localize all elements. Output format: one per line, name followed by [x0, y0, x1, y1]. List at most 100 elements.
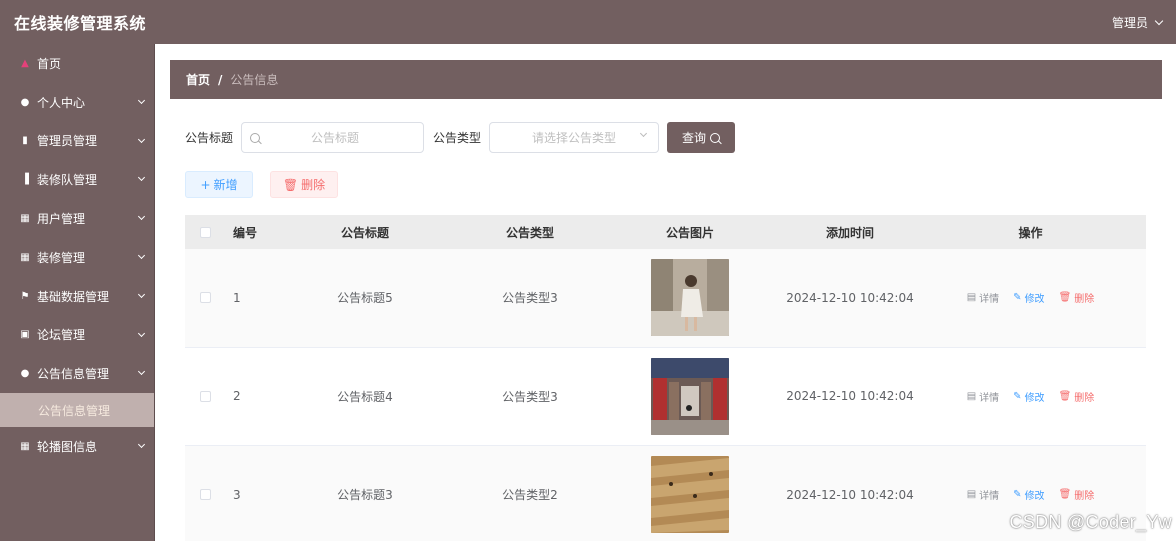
chevron-down-icon	[137, 174, 146, 182]
sidebar-item-label: 管理员管理	[37, 134, 98, 149]
document-icon: ▤	[966, 489, 977, 501]
row-image-cell	[595, 446, 785, 541]
user-icon: ●	[20, 96, 30, 108]
breadcrumb-home[interactable]: 首页	[186, 71, 210, 88]
sidebar-item-profile[interactable]: ● 个人中心	[0, 83, 154, 122]
delete-button[interactable]: 🗑 删除	[1059, 389, 1095, 404]
row-checkbox[interactable]	[199, 489, 211, 501]
document-icon: ▤	[966, 390, 977, 402]
library-icon: ▐	[21, 174, 29, 186]
sidebar-item-label: 轮播图信息	[37, 440, 98, 455]
app-title: 在线装修管理系统	[14, 14, 147, 33]
chevron-down-icon	[137, 290, 146, 298]
sidebar-item-label: 首页	[37, 56, 62, 71]
add-button[interactable]: + 新增	[185, 171, 253, 198]
query-button[interactable]: 查询	[667, 122, 736, 153]
chevron-down-icon	[137, 96, 146, 104]
notice-image[interactable]	[651, 259, 729, 337]
sidebar-item-label: 基础数据管理	[37, 289, 110, 304]
table-header: 编号 公告标题 公告类型 公告图片 添加时间 操作	[185, 215, 1146, 249]
chevron-down-icon	[137, 251, 146, 260]
row-title: 公告标题3	[337, 488, 393, 503]
add-button-label: 新增	[213, 178, 238, 192]
notice-image[interactable]	[651, 456, 729, 534]
sidebar-item-label: 个人中心	[37, 95, 86, 110]
breadcrumb-separator: /	[218, 72, 223, 87]
detail-button[interactable]: ▤ 详情	[967, 389, 999, 404]
row-time: 2024-12-10 10:42:04	[786, 290, 914, 305]
pencil-icon: ✎	[1013, 489, 1022, 501]
grid-icon: ▦	[20, 251, 30, 263]
sidebar-item-forum[interactable]: ▣ 论坛管理	[0, 316, 154, 355]
table-row: 1 公告标题5 公告类型3 2024-12-10 10:42:04 ▤ 详情 ✎ 修…	[185, 249, 1146, 348]
notice-image[interactable]	[651, 357, 729, 435]
user-menu[interactable]: 管理员	[1111, 14, 1164, 31]
row-type: 公告类型2	[502, 488, 558, 503]
delete-button[interactable]: 🗑 删除	[1059, 487, 1095, 502]
edit-button[interactable]: ✎ 修改	[1013, 389, 1044, 404]
detail-button[interactable]: ▤ 详情	[967, 290, 999, 305]
edit-button[interactable]: ✎ 修改	[1013, 487, 1044, 502]
sidebar-item-notice[interactable]: ● 公告信息管理	[0, 354, 154, 393]
sidebar-item-label: 用户管理	[37, 212, 86, 227]
row-checkbox[interactable]	[199, 390, 211, 402]
chevron-down-icon	[639, 129, 648, 138]
detail-button[interactable]: ▤ 详情	[967, 487, 999, 502]
header-ops: 操作	[1018, 225, 1043, 240]
type-select[interactable]: 请选择公告类型	[489, 122, 660, 153]
delete-label: 删除	[1074, 294, 1095, 306]
header-id: 编号	[233, 225, 258, 240]
row-id: 2	[233, 389, 241, 404]
search-icon	[710, 132, 721, 143]
chevron-down-icon	[137, 135, 146, 143]
row-time: 2024-12-10 10:42:04	[786, 389, 914, 404]
sidebar-item-label: 装修队管理	[37, 173, 98, 188]
row-image-cell	[595, 348, 785, 446]
detail-label: 详情	[979, 491, 1000, 503]
header-image: 公告图片	[665, 225, 714, 240]
sidebar-item-admin[interactable]: ▮ 管理员管理	[0, 122, 154, 161]
sidebar-item-home[interactable]: ▲ 首页	[0, 44, 154, 83]
clipboard-icon: ▮	[22, 135, 28, 147]
user-label: 管理员	[1111, 15, 1148, 30]
action-toolbar: + 新增 🗑 删除	[185, 171, 338, 198]
grid-icon: ▦	[20, 213, 30, 225]
row-check-cell	[185, 249, 225, 347]
chevron-down-icon	[1154, 16, 1164, 25]
header-check-cell	[185, 215, 225, 249]
row-image-cell	[595, 249, 785, 347]
detail-label: 详情	[979, 294, 1000, 306]
pencil-icon: ✎	[1013, 390, 1022, 402]
delete-button[interactable]: 🗑 删除	[1059, 290, 1095, 305]
sidebar-item-label: 论坛管理	[37, 328, 86, 343]
breadcrumb-current: 公告信息	[230, 73, 279, 87]
flag-icon: ⚑	[20, 290, 30, 302]
delete-label: 删除	[1074, 491, 1095, 503]
sidebar-subitem-notice-manage[interactable]: 公告信息管理	[0, 393, 154, 428]
row-title: 公告标题5	[337, 291, 393, 306]
sidebar-item-base-data[interactable]: ⚑ 基础数据管理	[0, 277, 154, 316]
batch-delete-button[interactable]: 🗑 删除	[270, 171, 338, 198]
user-icon: ●	[20, 368, 30, 380]
header-type: 公告类型	[505, 225, 554, 240]
select-all-checkbox[interactable]	[199, 226, 211, 238]
trash-icon: 🗑	[282, 177, 299, 192]
watermark: CSDN @Coder_Yw	[1009, 512, 1172, 532]
title-search-input[interactable]	[260, 130, 411, 145]
trash-icon: 🗑	[1058, 390, 1072, 402]
sidebar-item-users[interactable]: ▦ 用户管理	[0, 199, 154, 238]
plus-icon: +	[200, 177, 211, 192]
table-row: 2 公告标题4 公告类型3 2024-12-10 10:42:04 ▤ 详情 ✎ 修…	[185, 348, 1146, 446]
table-row: 3 公告标题3 公告类型2 2024-12-10 10:42:04 ▤ 详情 ✎ 修…	[185, 446, 1146, 541]
type-search-label: 公告类型	[433, 131, 482, 145]
batch-delete-label: 删除	[301, 178, 326, 192]
sidebar-item-decoration[interactable]: ▦ 装修管理	[0, 238, 154, 277]
row-id: 1	[233, 290, 241, 305]
sidebar-item-carousel[interactable]: ▦ 轮播图信息	[0, 427, 154, 466]
edit-label: 修改	[1024, 491, 1045, 503]
row-ops: ▤ 详情 ✎ 修改 🗑 删除	[915, 249, 1146, 347]
edit-button[interactable]: ✎ 修改	[1013, 290, 1044, 305]
picture-icon: ▣	[20, 329, 30, 341]
sidebar-item-team[interactable]: ▐ 装修队管理	[0, 160, 154, 199]
row-checkbox[interactable]	[199, 292, 211, 304]
